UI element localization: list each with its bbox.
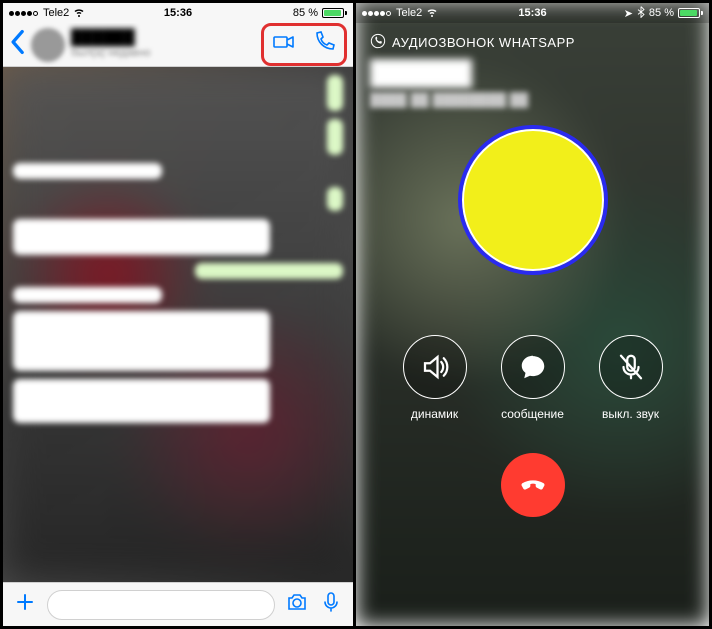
speaker-icon — [403, 335, 467, 399]
carrier-label: Tele2 — [396, 7, 422, 19]
message-input[interactable] — [47, 590, 275, 620]
mute-button[interactable]: выкл. звук — [599, 335, 663, 421]
caller-avatar — [458, 125, 608, 275]
message-bubble[interactable] — [327, 119, 343, 155]
battery-pct: 85 % — [649, 7, 674, 19]
contact-status: был(а) недавно — [71, 47, 255, 59]
message-bubble[interactable] — [13, 379, 270, 423]
status-time: 15:36 — [518, 7, 546, 19]
bluetooth-icon — [637, 6, 645, 21]
status-time: 15:36 — [164, 7, 192, 19]
message-bubble[interactable] — [13, 219, 270, 255]
voice-call-icon[interactable] — [312, 30, 336, 59]
phone-chat-screen: Tele2 15:36 85 % ██████ был(а) недавно — [3, 3, 356, 626]
status-bar: Tele2 15:36 ➤ 85 % — [356, 3, 709, 23]
signal-dots — [362, 7, 392, 19]
status-bar: Tele2 15:36 85 % — [3, 3, 353, 23]
wifi-icon — [73, 6, 85, 21]
contact-avatar[interactable] — [31, 28, 65, 62]
message-bubble[interactable] — [327, 187, 343, 211]
call-actions: динамик сообщение выкл. звук — [403, 335, 663, 421]
mute-label: выкл. звук — [602, 407, 659, 421]
message-label: сообщение — [501, 407, 564, 421]
call-type-label: АУДИОЗВОНОК WHATSAPP — [392, 35, 575, 50]
video-call-icon[interactable] — [272, 30, 296, 59]
mic-icon[interactable] — [319, 590, 343, 619]
hangup-icon — [517, 467, 549, 504]
message-bubble[interactable] — [13, 311, 270, 371]
phone-call-screen: Tele2 15:36 ➤ 85 % — [356, 3, 709, 626]
back-icon[interactable] — [9, 29, 25, 60]
chat-body[interactable] — [3, 67, 353, 582]
signal-dots — [9, 7, 39, 19]
caller-status: ████ ██ ████████ ██ — [356, 88, 542, 107]
chat-header: ██████ был(а) недавно — [3, 23, 353, 67]
speaker-label: динамик — [411, 407, 458, 421]
wifi-icon — [426, 6, 438, 21]
whatsapp-icon — [370, 33, 386, 52]
message-bubble[interactable] — [13, 287, 162, 303]
carrier-label: Tele2 — [43, 7, 69, 19]
battery-icon — [322, 8, 347, 18]
end-call-button[interactable] — [501, 453, 565, 517]
caller-name: ██████ — [356, 60, 472, 88]
contact-info[interactable]: ██████ был(а) недавно — [71, 30, 255, 59]
camera-icon[interactable] — [285, 590, 309, 619]
chat-input-bar — [3, 582, 353, 626]
message-bubble[interactable] — [13, 163, 162, 179]
battery-icon — [678, 8, 703, 18]
battery-pct: 85 % — [293, 7, 318, 19]
speaker-button[interactable]: динамик — [403, 335, 467, 421]
attach-icon[interactable] — [13, 590, 37, 619]
contact-name: ██████ — [71, 30, 255, 47]
message-icon — [501, 335, 565, 399]
call-buttons-highlight — [261, 23, 347, 66]
message-bubble[interactable] — [327, 75, 343, 111]
mute-icon — [599, 335, 663, 399]
location-icon: ➤ — [624, 7, 633, 20]
message-bubble[interactable] — [195, 263, 344, 279]
call-title-row: АУДИОЗВОНОК WHATSAPP — [356, 23, 709, 54]
message-button[interactable]: сообщение — [501, 335, 565, 421]
